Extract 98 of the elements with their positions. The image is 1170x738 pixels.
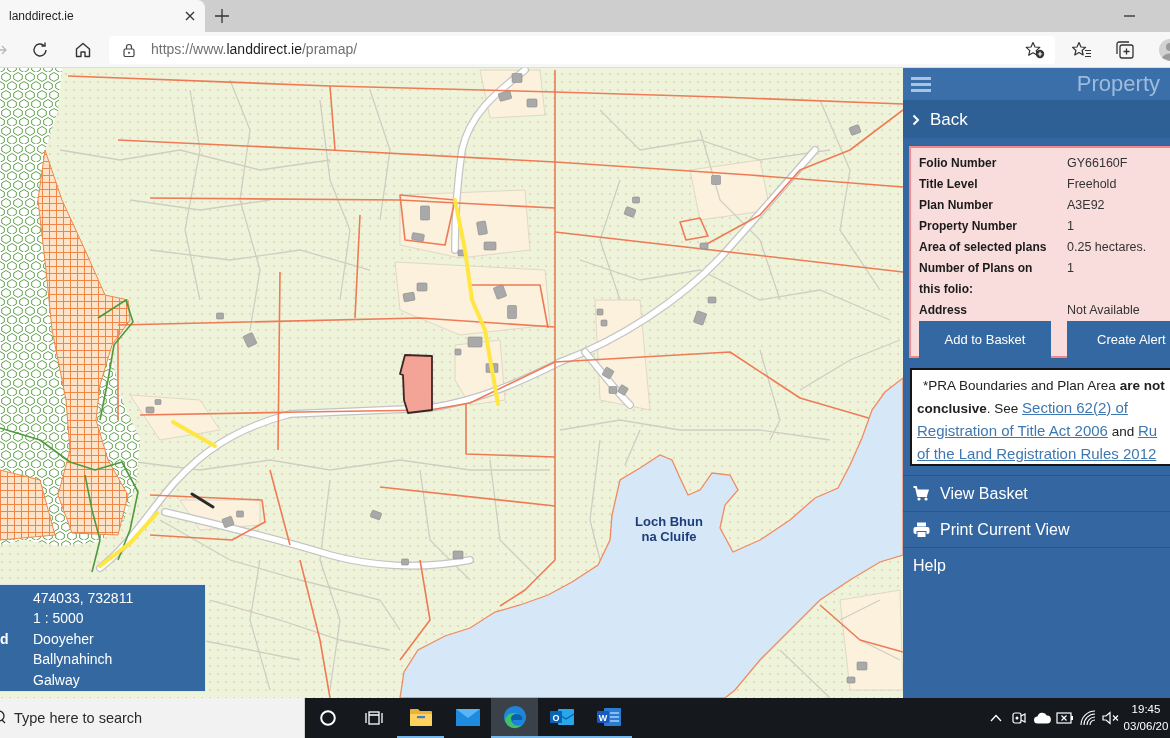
building xyxy=(416,282,428,292)
home-icon[interactable] xyxy=(74,40,92,59)
task-view-icon[interactable] xyxy=(365,710,383,726)
info-value: 474033, 732811 xyxy=(33,588,134,608)
detail-value: 1 xyxy=(1067,219,1074,233)
building xyxy=(707,296,717,304)
envelope-icon xyxy=(455,708,480,726)
detail-value: 1 xyxy=(1067,261,1074,275)
building xyxy=(483,241,497,251)
speaker-icon[interactable] xyxy=(1102,711,1119,725)
detail-value: GY66160F xyxy=(1067,156,1128,170)
add-to-basket-button[interactable]: Add to Basket xyxy=(919,321,1051,359)
wifi-icon[interactable] xyxy=(1079,710,1096,726)
notice-link[interactable]: Registration of Title Act 2006 xyxy=(917,422,1108,439)
plus-icon[interactable] xyxy=(215,9,229,23)
url-text: https://www.landdirect.ie/pramap/ xyxy=(151,40,358,59)
favorites-icon[interactable] xyxy=(1072,40,1092,59)
building xyxy=(692,310,708,326)
detail-label: Property Number xyxy=(919,219,1018,233)
building xyxy=(856,661,868,671)
building xyxy=(457,249,467,257)
video-camera-icon[interactable] xyxy=(1011,710,1026,726)
menu-item[interactable]: View Basket xyxy=(903,476,1170,512)
notice-text: *PRA Boundaries and Plan Area are not conclusive. See Section 62(2) of Registration of Title Act 2006 and Ru of the Land Registration Rules 2012 xyxy=(917,377,1166,464)
highlighted-boundary-line xyxy=(171,420,217,448)
info-value: Galway xyxy=(33,670,80,690)
info-label: d xyxy=(0,630,9,647)
collections-icon[interactable] xyxy=(1115,39,1135,60)
clock[interactable]: 19:45 03/06/20 xyxy=(1122,698,1170,738)
detail-value: 0.25 hectares. xyxy=(1067,240,1147,254)
add-favorite-icon[interactable] xyxy=(1025,40,1045,59)
chevron-up-icon[interactable] xyxy=(989,714,1002,722)
building xyxy=(511,73,523,83)
detail-label: Folio Number xyxy=(919,156,997,170)
info-value: Ballynahinch xyxy=(33,650,113,670)
building xyxy=(401,558,409,566)
browser-icon xyxy=(502,705,527,729)
detail-label: Number of Plans on this folio: xyxy=(919,261,1033,296)
search-icon xyxy=(0,698,6,738)
profile-avatar-icon[interactable] xyxy=(1158,37,1170,62)
building xyxy=(601,366,615,380)
detail-value: Not Available xyxy=(1067,303,1140,317)
notice-link[interactable]: of the Land Registration Rules 2012 xyxy=(917,445,1157,462)
chevron-icon xyxy=(912,113,920,126)
info-value: 1 : 5000 xyxy=(33,609,84,629)
close-icon[interactable] xyxy=(185,11,195,21)
menu-icon[interactable] xyxy=(911,76,931,92)
building xyxy=(507,305,517,319)
building xyxy=(848,124,862,136)
building xyxy=(467,336,483,348)
building xyxy=(411,232,425,242)
create-alert-button[interactable]: Create Alert xyxy=(1067,321,1170,359)
building xyxy=(623,206,637,218)
search-field[interactable]: Type here to search xyxy=(6,698,305,738)
detail-label: Plan Number xyxy=(919,198,993,212)
refresh-icon[interactable] xyxy=(31,40,49,59)
building xyxy=(485,363,499,373)
highlighted-boundary-line xyxy=(98,511,159,568)
marked-boundary-line xyxy=(190,492,215,509)
building xyxy=(492,284,508,300)
folder-icon xyxy=(408,707,433,727)
menu-item[interactable]: Help xyxy=(903,548,1170,584)
building xyxy=(402,291,416,303)
building xyxy=(632,196,640,204)
lake-label: Loch Bhun na Cluife xyxy=(634,514,704,544)
ring-icon[interactable] xyxy=(320,710,336,726)
info-value: Dooyeher xyxy=(33,629,94,649)
taskbar-app[interactable]: W xyxy=(585,698,632,738)
back-link[interactable]: Back xyxy=(903,101,1170,138)
building xyxy=(699,242,709,250)
building xyxy=(476,220,488,236)
lock-icon xyxy=(123,42,135,57)
menu-item[interactable]: Print Current View xyxy=(903,512,1170,548)
notice-link[interactable]: Ru xyxy=(1138,422,1158,439)
notice-link[interactable]: Section 62(2) of xyxy=(1022,399,1128,416)
building xyxy=(420,205,430,221)
building xyxy=(369,509,383,521)
printer-icon xyxy=(913,521,930,538)
detail-label: Address xyxy=(919,303,968,317)
building xyxy=(497,90,513,102)
building xyxy=(216,312,224,320)
building xyxy=(711,175,721,185)
address-bar[interactable]: https://www.landdirect.ie/pramap/ xyxy=(109,35,1055,64)
building xyxy=(452,550,464,560)
building xyxy=(526,98,538,108)
battery-icon[interactable] xyxy=(1055,712,1074,724)
building xyxy=(846,676,856,684)
taskbar-app[interactable]: O xyxy=(538,698,585,738)
detail-value: A3E92 xyxy=(1067,198,1105,212)
detail-label: Area of selected plans xyxy=(919,240,1047,254)
cloud-icon[interactable] xyxy=(1032,712,1051,724)
browser-tab[interactable]: landdirect.ie xyxy=(0,0,205,32)
building xyxy=(454,348,462,356)
cart-icon xyxy=(913,486,930,501)
building xyxy=(242,332,258,348)
detail-label: Title Level xyxy=(919,177,978,191)
detail-value: Freehold xyxy=(1067,177,1117,191)
panel-title: Property xyxy=(1076,70,1160,98)
